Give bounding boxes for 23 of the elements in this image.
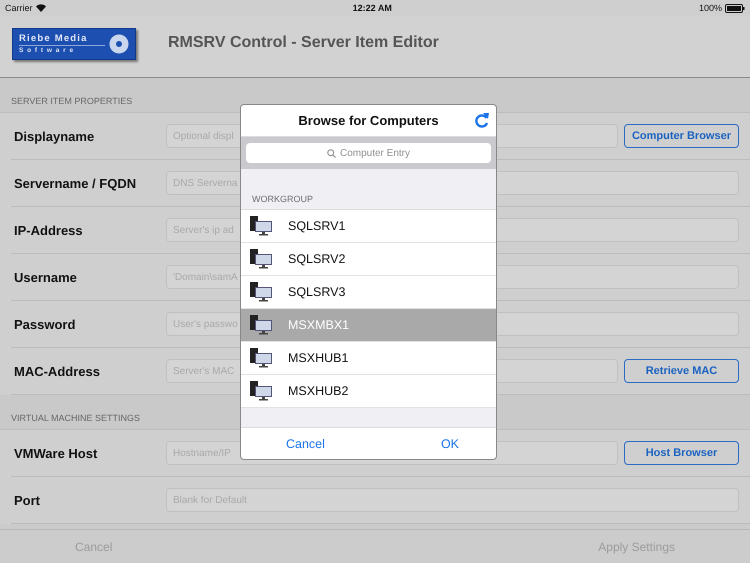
- section-header: SERVER ITEM PROPERTIES: [11, 96, 132, 106]
- computer-name: MSXHUB1: [288, 351, 348, 365]
- carrier-label: Carrier: [5, 3, 33, 13]
- computer-name: MSXHUB2: [288, 384, 348, 398]
- field-label: Displayname: [13, 128, 96, 144]
- section-header: VIRTUAL MACHINE SETTINGS: [11, 413, 140, 423]
- window-title: RMSRV Control - Server Item Editor: [168, 34, 439, 52]
- field-label: Port: [13, 492, 41, 508]
- group-header: WORKGROUP: [252, 194, 314, 204]
- field-label: Servername / FQDN: [13, 176, 138, 190]
- popover-title: Browse for Computers: [298, 113, 439, 128]
- logo-text: Riebe Media: [19, 32, 89, 44]
- field-label: Password: [13, 316, 76, 332]
- computer-name: SQLSRV1: [288, 219, 346, 233]
- field-label: MAC-Address: [13, 364, 101, 378]
- field-label: Username: [13, 270, 78, 284]
- clock: 12:22 AM: [352, 3, 392, 13]
- field-label: VMWare Host: [13, 446, 98, 460]
- computer-name: SQLSRV3: [288, 285, 346, 299]
- field-label: IP-Address: [13, 222, 84, 238]
- computer-name: MSXMBX1: [288, 318, 350, 332]
- computer-name: SQLSRV2: [288, 252, 346, 266]
- battery-percent: 100%: [698, 3, 722, 13]
